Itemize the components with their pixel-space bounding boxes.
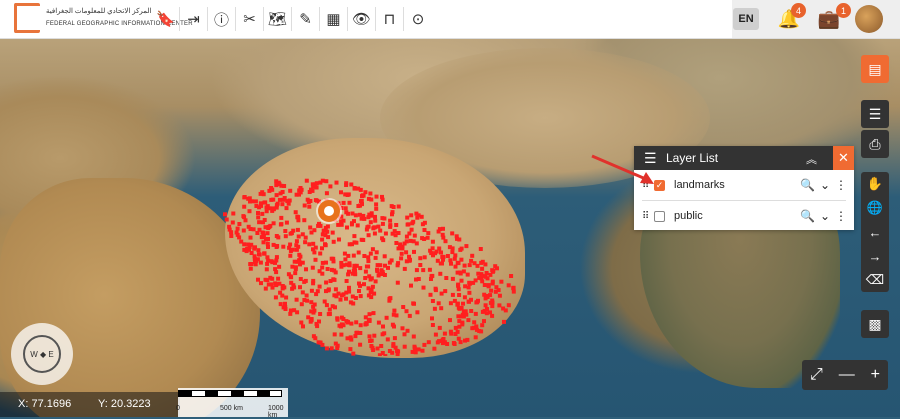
scale-bar-graphic <box>178 390 282 397</box>
eye-tool-button[interactable]: 👁 <box>348 7 376 31</box>
list-icon: ☰ <box>868 105 882 122</box>
scale-label: 0 <box>176 405 180 412</box>
map-search-icon: 🗺 <box>267 11 288 28</box>
more-options-icon[interactable]: ⋮ <box>835 209 847 223</box>
location-pin-tool-button[interactable]: ⊙ <box>404 7 432 31</box>
eraser-icon[interactable]: ⌫ <box>861 268 889 292</box>
printer-icon: ⎙ <box>869 135 881 152</box>
location-pin-icon: ⊙ <box>411 11 425 28</box>
login-icon: ⇥ <box>187 11 200 28</box>
coordinates-readout: X: 77.1696 Y: 20.3223 <box>0 392 180 417</box>
layer-actions: 🔍 ⌄ ⋮ <box>800 209 847 223</box>
scissors-icon: ✂ <box>243 11 256 28</box>
layer-list-title: Layer List <box>666 151 719 165</box>
scale-label: 500 km <box>220 405 243 412</box>
zoom-controls: ⤢ — + <box>802 360 888 390</box>
globe-icon[interactable]: 🌐 <box>861 196 889 220</box>
user-avatar[interactable] <box>855 5 883 33</box>
chevron-down-icon[interactable]: ⌄ <box>820 209 830 223</box>
qr-code-icon: ▩ <box>868 315 882 332</box>
info-tool-button[interactable]: ⓘ <box>208 7 236 31</box>
table-icon: ▦ <box>326 11 341 28</box>
layer-list-button[interactable]: ☰ <box>861 100 889 128</box>
chevron-down-icon[interactable]: ⌄ <box>820 178 830 192</box>
scissors-tool-button[interactable]: ✂ <box>236 7 264 31</box>
document-icon: ▤ <box>868 60 882 77</box>
bookmark-icon: 🔖 <box>156 11 175 28</box>
info-icon: ⓘ <box>213 11 229 29</box>
zoom-to-layer-icon[interactable]: 🔍 <box>800 178 815 192</box>
pan-hand-icon[interactable]: ✋ <box>861 172 889 196</box>
fullscreen-icon[interactable]: ⤢ <box>810 366 823 384</box>
table-tool-button[interactable]: ▦ <box>320 7 348 31</box>
login-tool-button[interactable]: ⇥ <box>180 7 208 31</box>
zoom-to-layer-icon[interactable]: 🔍 <box>800 209 815 223</box>
layer-row-public: ⠿ public 🔍 ⌄ ⋮ <box>634 201 854 231</box>
landmarks-feature-cluster[interactable] <box>222 170 518 356</box>
print-button[interactable]: ⎙ <box>861 130 889 158</box>
map-search-tool-button[interactable]: 🗺 <box>264 7 292 31</box>
layer-visibility-checkbox[interactable] <box>654 210 665 222</box>
previous-extent-icon[interactable]: ← <box>861 220 889 244</box>
more-options-icon[interactable]: ⋮ <box>835 178 847 192</box>
compass-widget[interactable]: W ◆ E <box>11 323 73 385</box>
drag-handle-icon[interactable]: ⠿ <box>642 211 650 222</box>
bookmark-tool-button[interactable]: 🔖 <box>152 7 180 31</box>
navigation-tools: ✋ 🌐 ← → ⌫ <box>861 172 889 292</box>
language-toggle[interactable]: EN <box>733 8 759 30</box>
notifications-badge: 4 <box>791 3 806 18</box>
zoom-in-button[interactable]: + <box>871 366 880 384</box>
eye-icon: 👁 <box>351 11 372 28</box>
map-tools: 🔖 ⇥ ⓘ ✂ 🗺 ✎ ▦ 👁 ⊓ ⊙ <box>152 7 432 31</box>
next-extent-icon[interactable]: → <box>861 244 889 268</box>
selected-location-marker[interactable] <box>318 200 340 222</box>
logo-mark-icon <box>14 3 40 33</box>
collapse-icon[interactable]: ︽ <box>806 151 817 167</box>
draw-icon: ✎ <box>299 11 312 28</box>
tasks-badge: 1 <box>836 3 851 18</box>
draw-tool-button[interactable]: ✎ <box>292 7 320 31</box>
scale-bar: 0 500 km 1000 km <box>176 388 288 419</box>
logo-arabic-text: المركز الاتحادي للمعلومات الجغرافية <box>46 8 152 15</box>
qr-code-button[interactable]: ▩ <box>861 310 889 338</box>
x-coordinate: X: 77.1696 <box>18 398 72 410</box>
close-panel-button[interactable]: ✕ <box>833 146 854 170</box>
annotation-arrow <box>591 154 654 184</box>
layer-actions: 🔍 ⌄ ⋮ <box>800 178 847 192</box>
layer-name: landmarks <box>674 179 725 191</box>
legend-button[interactable]: ▤ <box>861 55 889 83</box>
layer-name: public <box>674 210 703 222</box>
zoom-out-button[interactable]: — <box>839 366 855 384</box>
y-coordinate: Y: 20.3223 <box>98 398 151 410</box>
compass-icon: W ◆ E <box>23 335 61 373</box>
bench-tool-button[interactable]: ⊓ <box>376 7 404 31</box>
fgic-logo: المركز الاتحادي للمعلومات الجغرافية FEDE… <box>14 3 193 35</box>
bench-icon: ⊓ <box>383 11 396 28</box>
